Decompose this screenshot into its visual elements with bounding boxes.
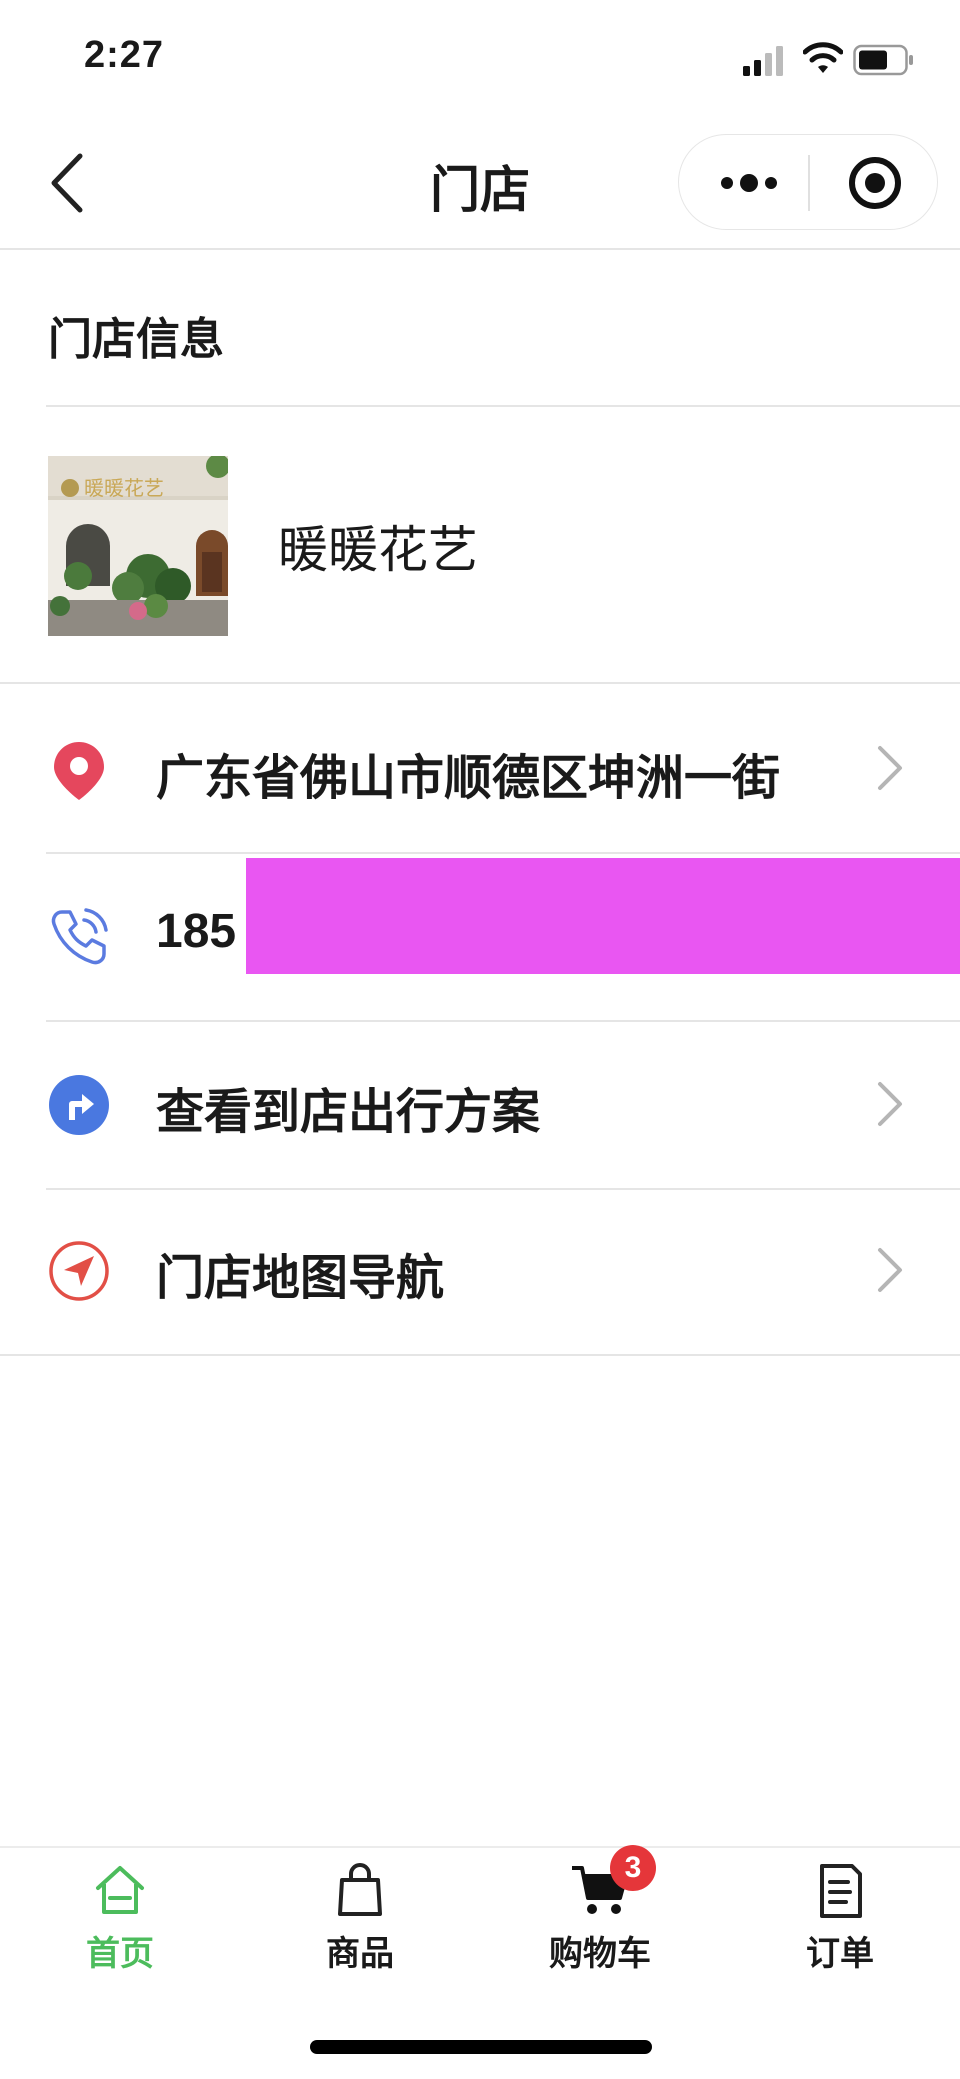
phone-text: 185 — [156, 905, 237, 958]
store-name: 暖暖花艺 — [278, 521, 478, 579]
home-icon — [96, 1866, 144, 1914]
more-icon[interactable] — [717, 155, 781, 211]
wifi-icon — [803, 42, 843, 73]
tab-home[interactable]: 首页 — [20, 1862, 220, 1975]
tab-orders-label: 订单 — [806, 1934, 874, 1974]
capsule-divider — [808, 155, 810, 211]
tab-cart-label: 购物车 — [549, 1934, 651, 1974]
chevron-right-icon — [878, 1248, 902, 1292]
navigate-text: 门店地图导航 — [156, 1250, 445, 1306]
order-icon — [820, 1864, 862, 1918]
tab-products-label: 商品 — [326, 1934, 394, 1974]
tab-products[interactable]: 商品 — [260, 1862, 460, 1975]
phone-icon — [51, 908, 108, 965]
route-icon — [49, 1075, 109, 1135]
navigation-icon — [49, 1241, 109, 1301]
close-target-icon[interactable] — [847, 155, 903, 211]
nav-divider — [0, 248, 960, 250]
location-pin-icon — [54, 742, 104, 800]
section-title: 门店信息 — [48, 314, 224, 365]
tab-cart[interactable]: 购物车 — [500, 1862, 700, 1975]
home-indicator — [310, 2040, 652, 2054]
store-sign: 暖暖花艺 — [84, 476, 164, 500]
chevron-right-icon — [878, 746, 902, 790]
battery-icon — [853, 44, 913, 76]
route-row[interactable]: 查看到店出行方案 — [0, 1022, 960, 1188]
navigate-divider — [0, 1354, 960, 1356]
address-row[interactable]: 广东省佛山市顺德区坤洲一街 — [0, 684, 960, 852]
signal-icon — [743, 46, 783, 76]
address-text: 广东省佛山市顺德区坤洲一街 — [156, 750, 781, 806]
tab-home-label: 首页 — [86, 1934, 154, 1974]
route-text: 查看到店出行方案 — [156, 1084, 541, 1140]
bag-icon — [338, 1863, 382, 1916]
tab-orders[interactable]: 订单 — [740, 1862, 940, 1975]
status-time: 2:27 — [84, 34, 165, 76]
mini-program-capsule — [678, 134, 938, 230]
section-divider — [46, 405, 960, 407]
phone-redaction — [246, 858, 960, 974]
navigate-row[interactable]: 门店地图导航 — [0, 1190, 960, 1354]
tabbar-border — [0, 1846, 960, 1848]
chevron-right-icon — [878, 1082, 902, 1126]
cart-badge: 3 — [610, 1845, 656, 1891]
store-photo: 暖暖花艺 — [48, 456, 228, 636]
